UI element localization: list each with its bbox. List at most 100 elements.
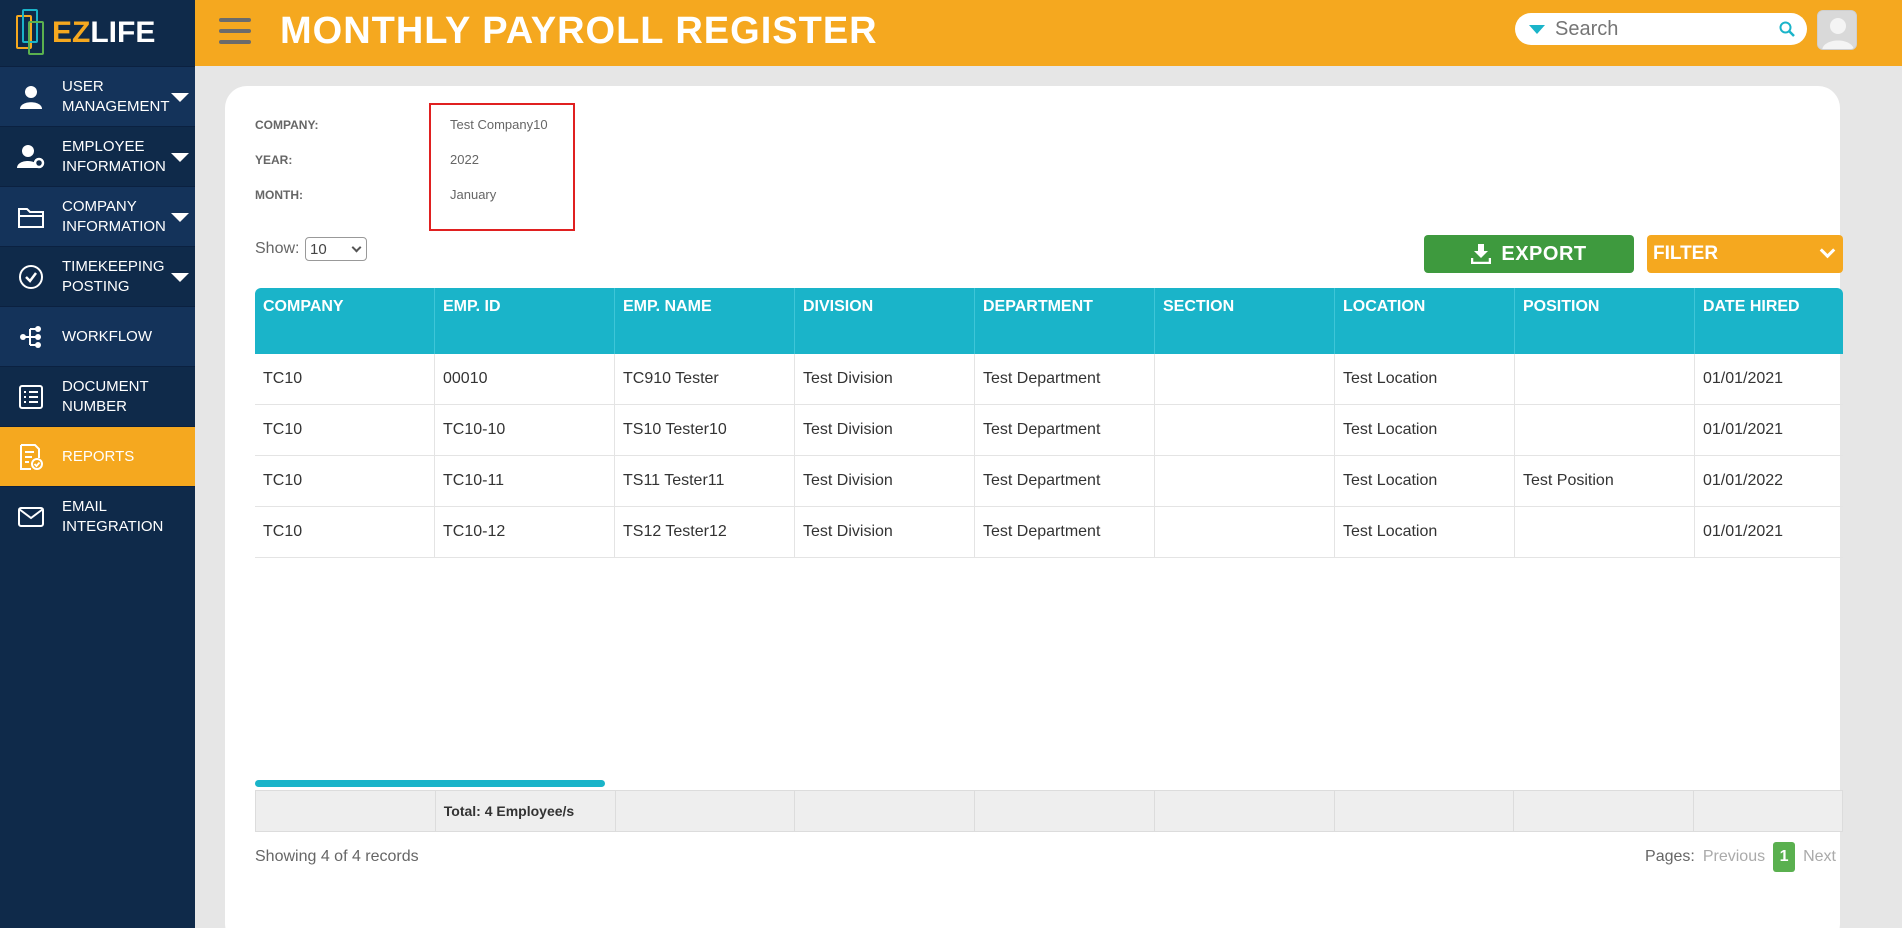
table-cell: TC910 Tester	[615, 354, 795, 404]
app-logo[interactable]: EZLIFE	[0, 0, 195, 66]
sidebar-item-workflow[interactable]: WORKFLOW	[0, 306, 195, 366]
total-employees: Total: 4 Employee/s	[436, 791, 616, 831]
report-icon	[0, 443, 62, 471]
mail-icon	[0, 506, 62, 528]
highlight-box	[429, 103, 575, 231]
page-size-select[interactable]: 10	[305, 237, 367, 261]
user-icon	[0, 84, 62, 110]
hamburger-menu-icon[interactable]	[219, 18, 251, 44]
table-cell: 01/01/2021	[1703, 370, 1784, 387]
sidebar-item-user-management[interactable]: USER MANAGEMENT	[0, 66, 195, 126]
sidebar-item-timekeeping-posting[interactable]: TIMEKEEPING POSTING	[0, 246, 195, 306]
filter-label: FILTER	[1653, 243, 1719, 264]
column-header[interactable]: LOCATION	[1335, 288, 1515, 354]
caret-down-icon	[171, 213, 189, 222]
horizontal-scrollbar[interactable]	[255, 780, 605, 787]
table-cell: Test Location	[1335, 507, 1515, 557]
sidebar-item-document-number[interactable]: DOCUMENT NUMBER	[0, 366, 195, 426]
top-header: MONTHLY PAYROLL REGISTER	[195, 0, 1902, 66]
sidebar-item-label: WORKFLOW	[62, 327, 152, 345]
chevron-down-icon	[1819, 242, 1836, 259]
search-icon[interactable]	[1779, 21, 1795, 42]
table-cell: Test Department	[975, 507, 1155, 557]
column-header[interactable]: DEPARTMENT	[975, 288, 1155, 354]
table-cell: TC10	[255, 507, 435, 557]
previous-page-link[interactable]: Previous	[1703, 848, 1765, 866]
list-icon	[0, 384, 62, 410]
logo-text: EZLIFE	[52, 16, 156, 49]
table-row[interactable]: TC10 TC10-12 TS12 Tester12 Test Division…	[255, 507, 1843, 558]
column-header[interactable]: EMP. ID	[435, 288, 615, 354]
table-cell: Test Position	[1515, 456, 1695, 506]
column-header[interactable]: POSITION	[1515, 288, 1695, 354]
sidebar: EZLIFE USER MANAGEMENT EMPLOYEE INFORMAT…	[0, 0, 195, 928]
sidebar-item-label: TIMEKEEPING POSTING	[62, 257, 165, 295]
user-gear-icon	[0, 144, 62, 170]
footer-cell	[795, 791, 976, 831]
sidebar-item-company-information[interactable]: COMPANY INFORMATION	[0, 186, 195, 246]
sidebar-item-employee-information[interactable]: EMPLOYEE INFORMATION	[0, 126, 195, 186]
table-cell: TS12 Tester12	[615, 507, 795, 557]
page-number-button[interactable]: 1	[1773, 842, 1796, 872]
caret-down-icon	[171, 273, 189, 282]
pagination: Pages: Previous 1 Next	[1645, 842, 1836, 872]
month-label: MONTH:	[255, 188, 303, 202]
export-button[interactable]: EXPORT	[1424, 235, 1634, 273]
folder-icon	[0, 205, 62, 229]
table-cell: Test Division	[795, 507, 975, 557]
table-cell: 01/01/2021	[1703, 523, 1784, 540]
footer-cell	[616, 791, 796, 831]
table-cell: TC10	[255, 354, 435, 404]
table-cell	[1155, 507, 1335, 557]
table-cell: TC10	[255, 405, 435, 455]
table-cell	[1155, 456, 1335, 506]
table-cell: Test Division	[795, 456, 975, 506]
table-row[interactable]: TC10 TC10-10 TS10 Tester10 Test Division…	[255, 405, 1843, 456]
table-cell	[1155, 354, 1335, 404]
sidebar-item-label: COMPANY INFORMATION	[62, 197, 166, 235]
caret-down-icon	[171, 93, 189, 102]
table-cell: Test Location	[1335, 354, 1515, 404]
table-cell: TC10-12	[435, 507, 615, 557]
download-icon	[1471, 244, 1492, 264]
table-cell: Test Department	[975, 354, 1155, 404]
table-cell: TC10	[255, 456, 435, 506]
next-page-link[interactable]: Next	[1803, 848, 1836, 866]
sidebar-item-email-integration[interactable]: EMAIL INTEGRATION	[0, 486, 195, 546]
search-box[interactable]	[1515, 13, 1807, 45]
page-size-value: 10	[310, 240, 327, 258]
table-cell: Test Department	[975, 456, 1155, 506]
filter-button[interactable]: FILTER	[1647, 235, 1843, 273]
show-label: Show:	[255, 240, 300, 257]
table-cell	[1515, 354, 1695, 404]
table-cell: Test Department	[975, 405, 1155, 455]
table-header: COMPANY EMP. ID EMP. NAME DIVISION DEPAR…	[255, 288, 1843, 354]
logo-mark-icon	[14, 7, 48, 59]
table-cell: 01/01/2021	[1703, 421, 1784, 438]
footer-cell	[1694, 791, 1842, 831]
table-cell	[1515, 507, 1695, 557]
table-footer: Total: 4 Employee/s	[255, 790, 1843, 832]
table-cell	[1515, 405, 1695, 455]
caret-down-icon	[171, 153, 189, 162]
sidebar-item-reports[interactable]: REPORTS	[0, 426, 195, 486]
column-header[interactable]: SECTION	[1155, 288, 1335, 354]
column-header[interactable]: COMPANY	[255, 288, 435, 354]
sidebar-item-label: USER MANAGEMENT	[62, 77, 170, 115]
workflow-icon	[0, 324, 62, 350]
avatar[interactable]	[1817, 10, 1857, 50]
report-card: COMPANY: YEAR: MONTH: Test Company10 202…	[225, 86, 1843, 928]
page-title: MONTHLY PAYROLL REGISTER	[280, 10, 878, 52]
table-cell: TS10 Tester10	[615, 405, 795, 455]
column-header[interactable]: DIVISION	[795, 288, 975, 354]
column-header[interactable]: EMP. NAME	[615, 288, 795, 354]
sidebar-item-label: EMPLOYEE INFORMATION	[62, 137, 166, 175]
column-header[interactable]: DATE HIRED	[1695, 288, 1843, 354]
table-row[interactable]: TC10 00010 TC910 Tester Test Division Te…	[255, 354, 1843, 405]
table-row[interactable]: TC10 TC10-11 TS11 Tester11 Test Division…	[255, 456, 1843, 507]
export-label: EXPORT	[1501, 242, 1587, 265]
search-dropdown-caret-icon[interactable]	[1529, 24, 1545, 34]
search-input[interactable]	[1555, 17, 1775, 41]
table-cell: Test Division	[795, 405, 975, 455]
footer-cell	[1514, 791, 1695, 831]
